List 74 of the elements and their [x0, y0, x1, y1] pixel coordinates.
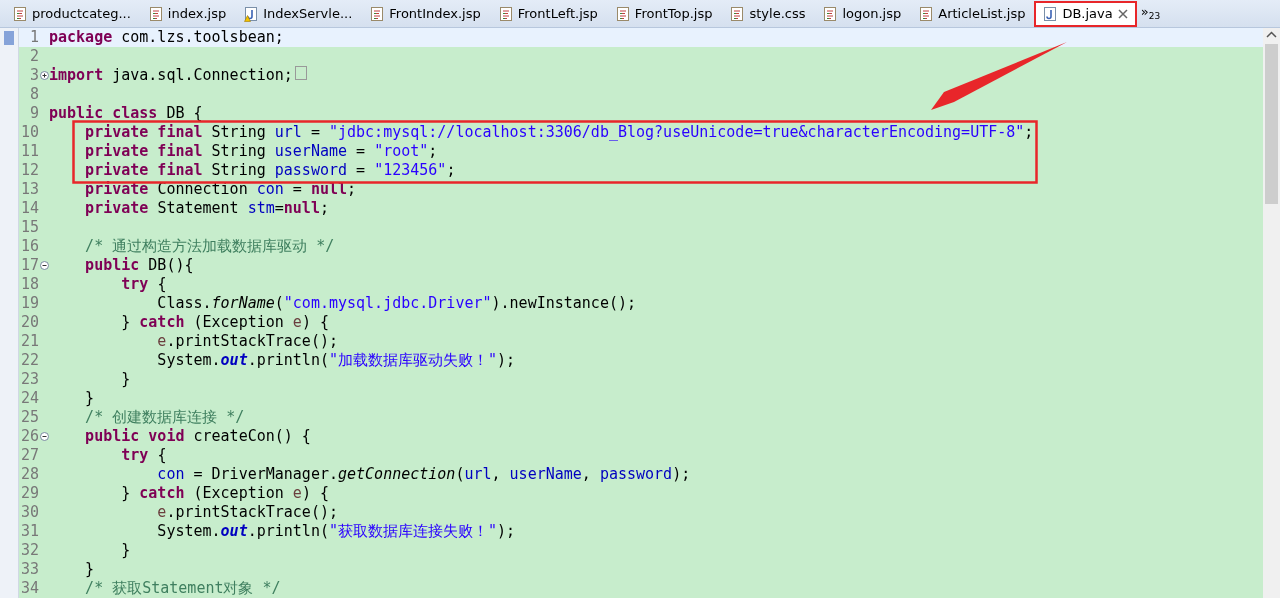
expand-icon[interactable]	[39, 71, 49, 80]
code-line: /* 获取Statement对象 */	[84, 579, 281, 598]
collapse-icon[interactable]	[39, 261, 49, 270]
line-number: 1	[28, 28, 39, 47]
scrollbar-thumb[interactable]	[1265, 44, 1278, 204]
code-line: public void createCon() {	[84, 427, 311, 446]
line-number: 24	[19, 389, 39, 408]
line-number: 23	[19, 370, 39, 389]
line-number: 30	[19, 503, 39, 522]
code-line: /* 创建数据库连接 */	[84, 408, 245, 427]
code-line: }	[84, 389, 95, 408]
editor-tab[interactable]: IndexServle...	[235, 0, 362, 27]
code-line: System.out.println("加载数据库驱动失败！");	[156, 351, 516, 370]
line-number: 11	[19, 142, 39, 161]
code-line: private final String password = "123456";	[84, 161, 456, 180]
line-number: 26	[19, 427, 39, 446]
line-number: 28	[19, 465, 39, 484]
line-number: 31	[19, 522, 39, 541]
editor-tab[interactable]: ArticleList.jsp	[910, 0, 1035, 27]
code-line: /* 通过构造方法加载数据库驱动 */	[84, 237, 335, 256]
code-line: Class.forName("com.mysql.jdbc.Driver").newInstance();	[156, 294, 637, 313]
code-line: } catch (Exception e) {	[120, 313, 329, 332]
overview-ruler-mark	[4, 31, 14, 45]
code-line: } catch (Exception e) {	[120, 484, 329, 503]
line-number: 18	[19, 275, 39, 294]
line-number: 2	[28, 47, 39, 66]
code-line: public class DB {	[49, 104, 203, 123]
line-number: 34	[19, 579, 39, 598]
line-number: 25	[19, 408, 39, 427]
editor-tab[interactable]: FrontTop.jsp	[606, 0, 722, 27]
code-line: private Statement stm=null;	[84, 199, 329, 218]
editor-tab[interactable]: DB.java	[1034, 0, 1137, 27]
editor-tab[interactable]: index.jsp	[139, 0, 236, 27]
editor-tab[interactable]: productcateg...	[4, 0, 140, 27]
code-line: public DB(){	[84, 256, 194, 275]
line-number: 19	[19, 294, 39, 313]
line-number: 13	[19, 180, 39, 199]
line-number: 33	[19, 560, 39, 579]
line-number: 16	[19, 237, 39, 256]
folded-code-marker[interactable]	[294, 66, 307, 80]
code-line: con = DriverManager.getConnection(url, userName, password);	[156, 465, 691, 484]
code-line: import java.sql.Connection;	[49, 66, 293, 85]
line-number: 9	[28, 104, 39, 123]
close-icon[interactable]	[1117, 8, 1128, 19]
editor-tab[interactable]: logon.jsp	[814, 0, 911, 27]
line-number: 21	[19, 332, 39, 351]
line-number: 27	[19, 446, 39, 465]
code-line: package com.lzs.toolsbean;	[49, 28, 284, 47]
line-number: 22	[19, 351, 39, 370]
code-line: try {	[120, 446, 167, 465]
line-number: 12	[19, 161, 39, 180]
code-line: System.out.println("获取数据库连接失败！");	[156, 522, 516, 541]
code-line: }	[120, 541, 131, 560]
line-number: 15	[19, 218, 39, 237]
line-number: 3	[28, 66, 39, 85]
line-number: 20	[19, 313, 39, 332]
line-number: 29	[19, 484, 39, 503]
code-line: }	[120, 370, 131, 389]
code-line: private final String url = "jdbc:mysql://localhost:3306/db_Blog?useUnicode=true&characterEncoding=UTF-8";	[84, 123, 1034, 142]
code-line: }	[84, 560, 95, 579]
code-line: try {	[120, 275, 167, 294]
collapse-icon[interactable]	[39, 432, 49, 441]
line-number: 14	[19, 199, 39, 218]
code-line: private final String userName = "root";	[84, 142, 438, 161]
line-number: 8	[28, 85, 39, 104]
code-line: e.printStackTrace();	[156, 332, 338, 351]
editor-tab[interactable]: style.css	[721, 0, 815, 27]
code-line: e.printStackTrace();	[156, 503, 338, 522]
line-number: 17	[19, 256, 39, 275]
line-number: 10	[19, 123, 39, 142]
scrollbar[interactable]	[1263, 28, 1280, 598]
editor-tab[interactable]: FrontIndex.jsp	[361, 0, 490, 27]
line-number: 32	[19, 541, 39, 560]
editor-tab[interactable]: FrontLeft.jsp	[489, 0, 607, 27]
